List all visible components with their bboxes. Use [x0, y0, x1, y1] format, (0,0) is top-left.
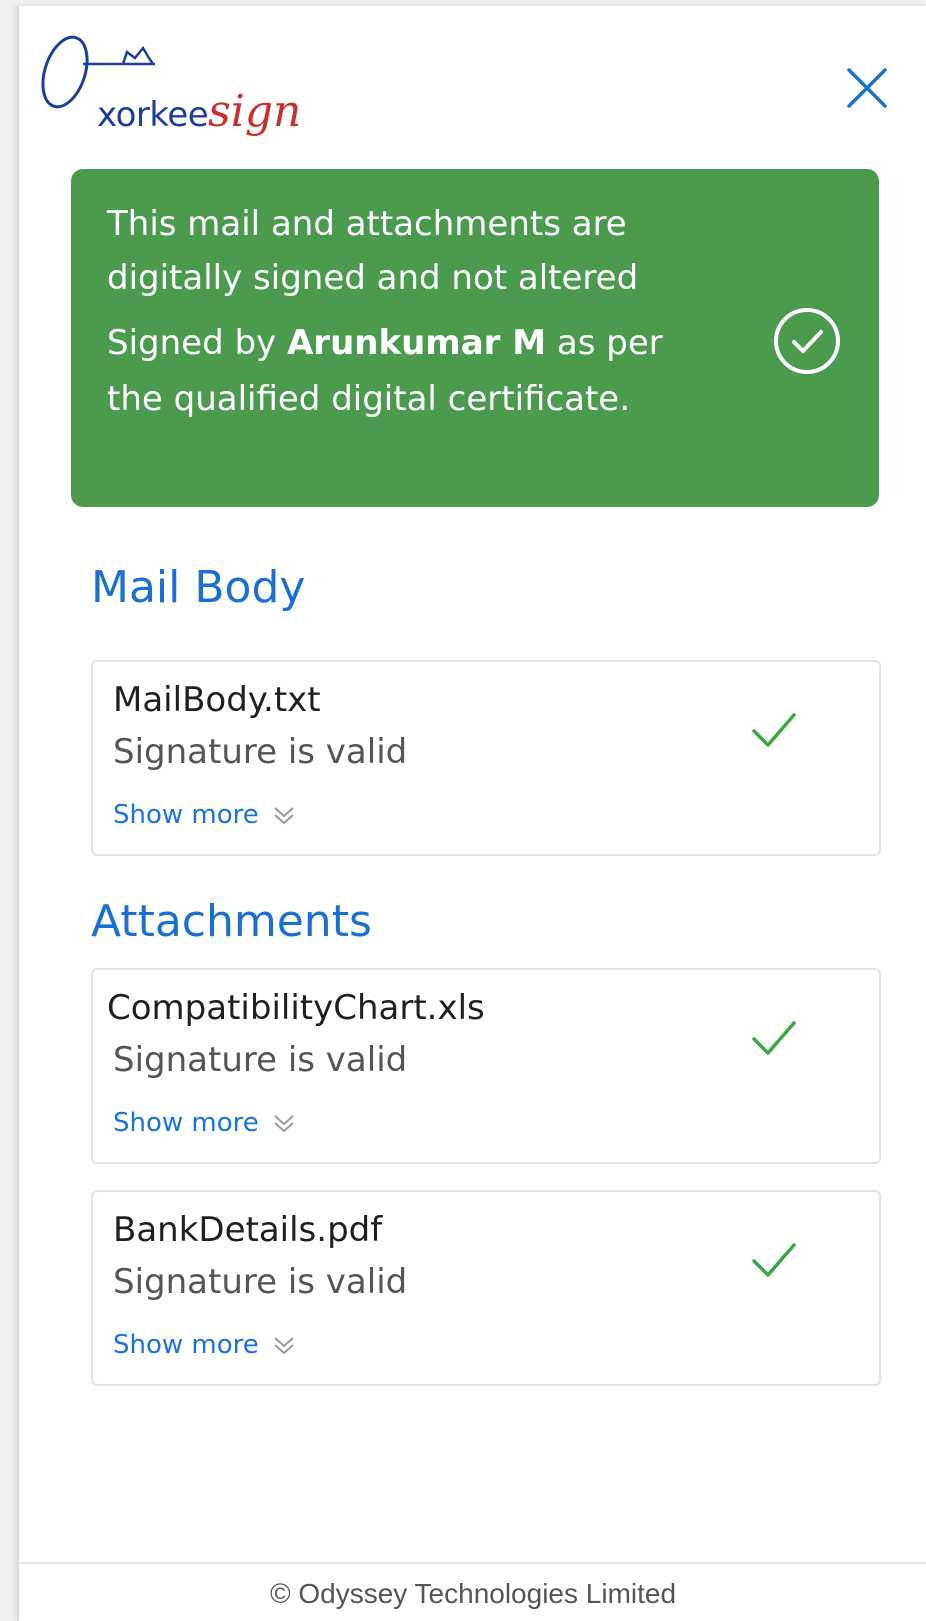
attachments-heading: Attachments	[91, 896, 372, 947]
file-card-compatibilitychart: CompatibilityChart.xls Signature is vali…	[91, 968, 881, 1164]
signature-status: Signature is valid	[113, 732, 408, 772]
file-card-mailbody: MailBody.txt Signature is valid Show mor…	[91, 660, 881, 856]
check-icon	[752, 1243, 796, 1277]
file-name: BankDetails.pdf	[113, 1210, 383, 1250]
double-chevron-down-icon	[274, 807, 294, 825]
file-card-bankdetails: BankDetails.pdf Signature is valid Show …	[91, 1190, 881, 1386]
show-more-label: Show more	[113, 1108, 259, 1138]
signer-info: Signed by Arunkumar M as per the qualifi…	[107, 315, 667, 427]
footer-divider	[19, 1562, 926, 1564]
verification-status-banner: This mail and attachments are digitally …	[71, 169, 879, 507]
signature-panel: xorkeesign This mail and attachments are…	[18, 6, 926, 1621]
show-more-label: Show more	[113, 1330, 259, 1360]
show-more-link[interactable]: Show more	[113, 798, 299, 832]
xorkeesign-logo: xorkeesign	[35, 24, 325, 144]
show-more-label: Show more	[113, 800, 259, 830]
check-circle-icon	[774, 308, 840, 374]
double-chevron-down-icon	[274, 1337, 294, 1355]
logo-text-primary: xorkee	[97, 95, 209, 135]
file-name: CompatibilityChart.xls	[107, 988, 485, 1028]
double-chevron-down-icon	[274, 1115, 294, 1133]
check-icon	[752, 1021, 796, 1055]
close-button[interactable]	[841, 62, 893, 114]
show-more-link[interactable]: Show more	[113, 1106, 299, 1140]
logo-text-secondary: sign	[208, 86, 302, 137]
close-icon	[847, 68, 887, 108]
copyright-footer: © Odyssey Technologies Limited	[269, 1578, 677, 1609]
file-name: MailBody.txt	[113, 680, 321, 720]
check-icon	[752, 713, 796, 747]
show-more-link[interactable]: Show more	[113, 1328, 299, 1362]
mail-body-heading: Mail Body	[91, 562, 306, 613]
signed-prefix: Signed by	[107, 323, 277, 363]
logo-wordmark: xorkeesign	[97, 86, 301, 137]
signature-status: Signature is valid	[113, 1262, 408, 1302]
signer-name: Arunkumar M	[286, 323, 547, 363]
status-message: This mail and attachments are digitally …	[107, 204, 639, 298]
signature-status: Signature is valid	[113, 1040, 408, 1080]
